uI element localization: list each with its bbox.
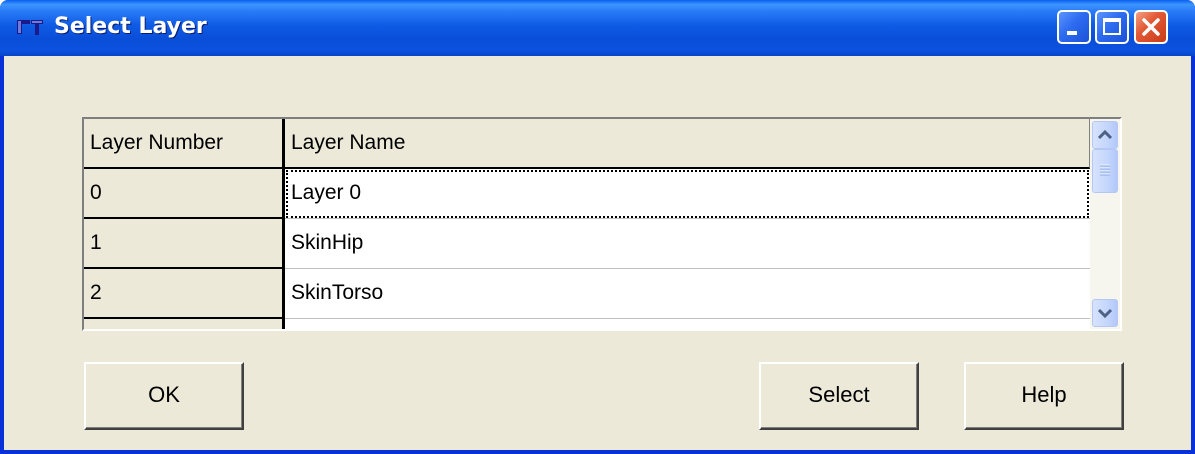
row-number-0[interactable]: 0 <box>84 169 285 219</box>
scroll-down-button[interactable] <box>1092 299 1118 327</box>
select-layer-dialog: Select Layer Layer Number Layer Name 0 L… <box>0 0 1195 454</box>
chevron-down-icon <box>1097 308 1113 319</box>
ok-button[interactable]: OK <box>84 362 244 430</box>
grip-icon <box>1100 164 1110 176</box>
scroll-thumb[interactable] <box>1092 149 1118 193</box>
minimize-button[interactable] <box>1057 10 1091 44</box>
row-name-1[interactable]: SkinHip <box>285 219 1090 269</box>
row-number-1[interactable]: 1 <box>84 219 285 269</box>
minimize-icon <box>1067 31 1077 35</box>
maximize-icon <box>1103 18 1121 35</box>
window-title: Select Layer <box>54 14 207 39</box>
select-button[interactable]: Select <box>759 362 919 430</box>
maximize-button[interactable] <box>1095 10 1129 44</box>
row-name-0[interactable]: Layer 0 <box>285 169 1090 219</box>
layer-grid-cells: Layer Number Layer Name 0 Layer 0 1 Skin… <box>84 119 1090 329</box>
close-icon <box>1142 18 1160 36</box>
row-name-2[interactable]: SkinTorso <box>285 269 1090 319</box>
scroll-up-button[interactable] <box>1092 121 1118 149</box>
vertical-scrollbar[interactable] <box>1090 119 1120 329</box>
help-button[interactable]: Help <box>964 362 1124 430</box>
row-name-3[interactable] <box>285 319 1090 329</box>
title-bar[interactable]: Select Layer <box>0 0 1195 56</box>
column-header-layer-number[interactable]: Layer Number <box>84 119 285 169</box>
app-icon <box>17 20 43 35</box>
row-number-2[interactable]: 2 <box>84 269 285 319</box>
row-number-3[interactable] <box>84 319 285 329</box>
column-header-layer-name[interactable]: Layer Name <box>285 119 1090 169</box>
close-button[interactable] <box>1134 10 1168 44</box>
chevron-up-icon <box>1097 129 1113 140</box>
layer-grid[interactable]: Layer Number Layer Name 0 Layer 0 1 Skin… <box>82 117 1122 331</box>
